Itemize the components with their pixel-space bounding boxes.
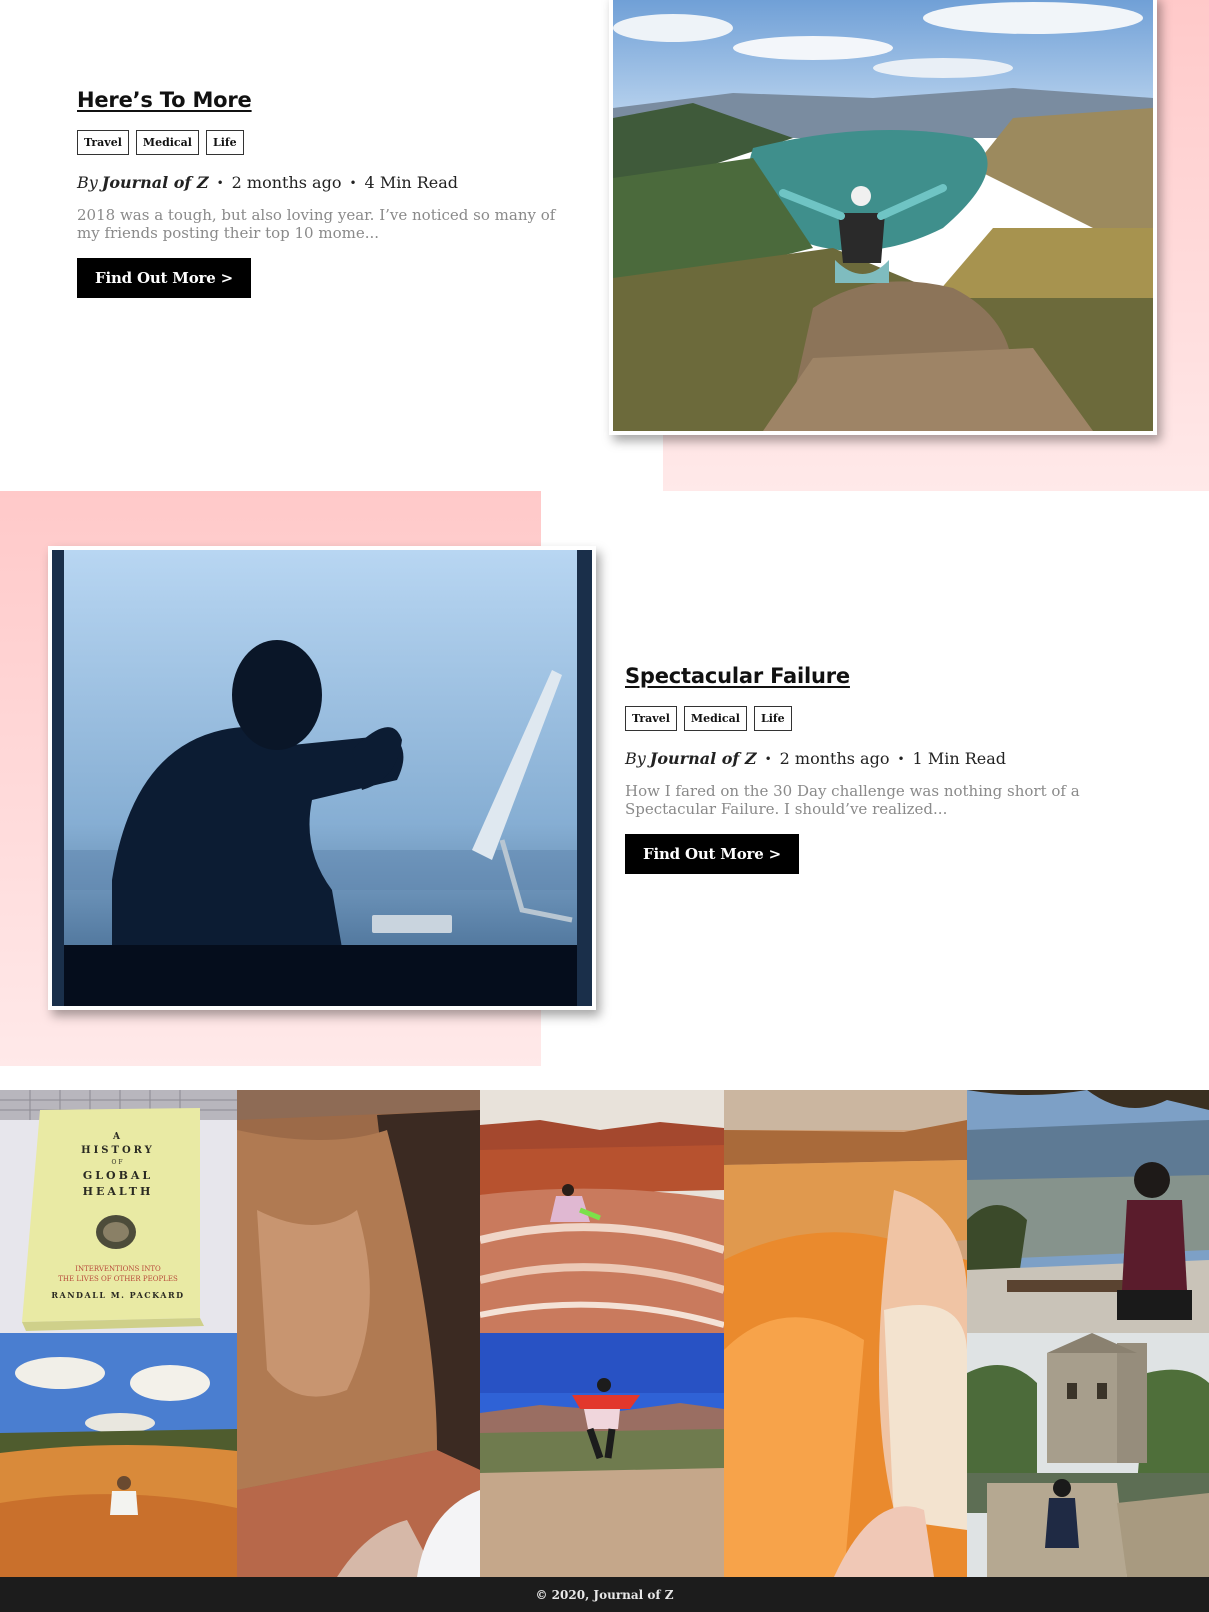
post-age: 2 months ago: [779, 749, 890, 768]
author-link[interactable]: Journal of Z: [102, 173, 209, 192]
orange-dunes-photo: [724, 1090, 967, 1577]
post-excerpt: 2018 was a tough, but also loving year. …: [77, 206, 556, 242]
gallery-tile-canyon-cliff[interactable]: [237, 1090, 480, 1577]
separator-dot: •: [897, 751, 905, 766]
canyon-cliff-photo: [237, 1090, 480, 1577]
tag-medical[interactable]: Medical: [683, 706, 747, 731]
book-subtitle-line: INTERVENTIONS INTO: [75, 1265, 161, 1273]
grand-canyon-photo: [967, 1090, 1209, 1333]
sand-dunes-photo: [0, 1333, 237, 1577]
tag-list: Travel Medical Life: [625, 706, 1145, 731]
gallery-tile-red-rocks[interactable]: [480, 1090, 724, 1333]
find-out-more-button[interactable]: Find Out More >: [77, 258, 251, 298]
post-title-link[interactable]: Here’s To More: [77, 88, 252, 112]
post-image-lake-hike[interactable]: [609, 0, 1157, 435]
gallery-tile-grand-canyon[interactable]: [967, 1090, 1209, 1333]
book-author: RANDALL M. PACKARD: [51, 1290, 185, 1300]
post-title-link[interactable]: Spectacular Failure: [625, 664, 850, 688]
gallery-tile-orange-dunes[interactable]: [724, 1090, 967, 1577]
read-time: 4 Min Read: [364, 173, 458, 192]
desert-jump-photo: [480, 1333, 724, 1577]
find-out-more-button[interactable]: Find Out More >: [625, 834, 799, 874]
separator-dot: •: [764, 751, 772, 766]
byline-prefix: By: [625, 749, 646, 768]
site-footer: © 2020, Journal of Z: [0, 1577, 1209, 1612]
copyright-text: © 2020, Journal of Z: [535, 1587, 674, 1602]
book-title-line: HISTORY: [81, 1145, 155, 1156]
desk-silhouette-photo: [52, 550, 592, 1006]
post-spectacular-failure: Spectacular Failure Travel Medical Life …: [0, 491, 1209, 1066]
separator-dot: •: [216, 175, 224, 190]
book-title-line: GLOBAL: [82, 1169, 154, 1182]
post-heres-to-more: Here’s To More Travel Medical Life By Jo…: [0, 0, 1209, 491]
book-title-line: HEALTH: [82, 1185, 154, 1198]
separator-dot: •: [349, 175, 357, 190]
tag-life[interactable]: Life: [753, 706, 792, 731]
post-meta: By Journal of Z • 2 months ago • 1 Min R…: [625, 749, 1145, 768]
castle-photo: [967, 1333, 1209, 1577]
book-title-line: OF: [111, 1159, 125, 1166]
post-content: Here’s To More Travel Medical Life By Jo…: [77, 88, 557, 298]
gallery-tile-castle[interactable]: [967, 1333, 1209, 1577]
tag-travel[interactable]: Travel: [625, 706, 677, 731]
tag-list: Travel Medical Life: [77, 130, 557, 155]
gallery-tile-book[interactable]: A HISTORY OF GLOBAL HEALTH INTERVENTIONS…: [0, 1090, 237, 1333]
author-link[interactable]: Journal of Z: [650, 749, 757, 768]
read-time: 1 Min Read: [912, 749, 1006, 768]
book-subtitle-line: THE LIVES OF OTHER PEOPLES: [58, 1275, 178, 1283]
tag-life[interactable]: Life: [205, 130, 244, 155]
post-content: Spectacular Failure Travel Medical Life …: [625, 664, 1145, 874]
tag-medical[interactable]: Medical: [135, 130, 199, 155]
gallery-tile-sand-dunes[interactable]: [0, 1333, 237, 1577]
post-excerpt: How I fared on the 30 Day challenge was …: [625, 782, 1080, 818]
post-meta: By Journal of Z • 2 months ago • 4 Min R…: [77, 173, 557, 192]
book-cover-text: A HISTORY OF GLOBAL HEALTH INTERVENTIONS…: [38, 1130, 198, 1300]
post-age: 2 months ago: [231, 173, 342, 192]
photo-gallery: A HISTORY OF GLOBAL HEALTH INTERVENTIONS…: [0, 1090, 1209, 1577]
book-title-line: A: [113, 1132, 123, 1142]
red-rocks-photo: [480, 1090, 724, 1333]
lake-hike-photo: [613, 0, 1153, 431]
gallery-tile-desert-jump[interactable]: [480, 1333, 724, 1577]
post-image-desk-silhouette[interactable]: [48, 546, 596, 1010]
byline-prefix: By: [77, 173, 98, 192]
tag-travel[interactable]: Travel: [77, 130, 129, 155]
